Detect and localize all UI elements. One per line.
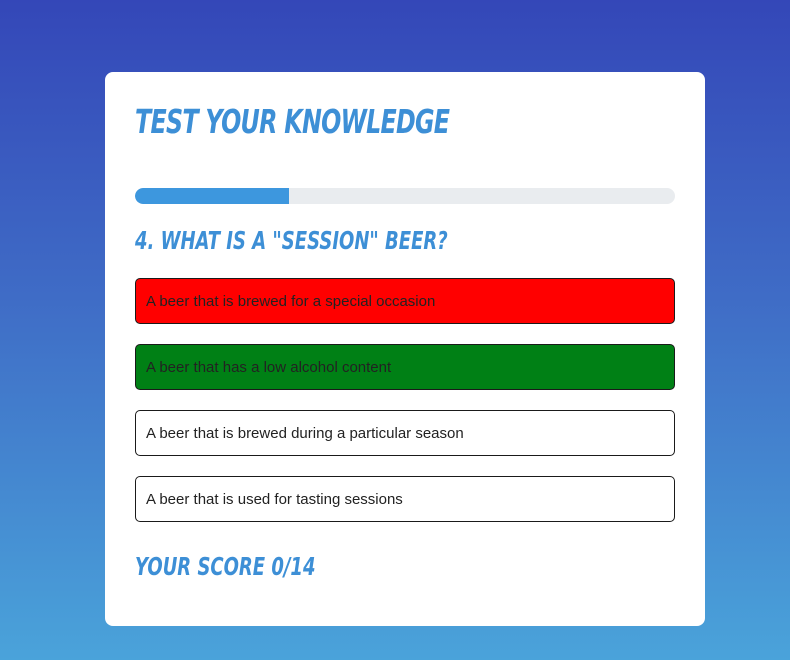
answer-option-2[interactable]: A beer that has a low alcohol content <box>135 344 675 390</box>
quiz-title: TEST YOUR KNOWLEDGE <box>135 102 450 141</box>
answer-option-3[interactable]: A beer that is brewed during a particula… <box>135 410 675 456</box>
score-text: YOUR SCORE 0/14 <box>135 552 316 581</box>
progress-bar-fill <box>135 188 290 204</box>
quiz-card: TEST YOUR KNOWLEDGE 4. WHAT IS A "SESSIO… <box>105 72 705 626</box>
answer-option-4[interactable]: A beer that is used for tasting sessions <box>135 476 675 522</box>
answer-option-1[interactable]: A beer that is brewed for a special occa… <box>135 278 675 324</box>
question-text: 4. WHAT IS A "SESSION" BEER? <box>135 226 448 255</box>
answer-list: A beer that is brewed for a special occa… <box>135 278 675 542</box>
progress-bar <box>135 188 675 204</box>
